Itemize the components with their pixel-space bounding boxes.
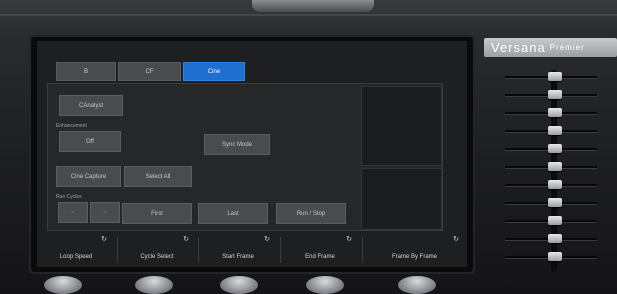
tgc-fader-6[interactable] [548, 162, 562, 171]
rotary-knob-3[interactable] [220, 276, 258, 294]
enhancement-label: Enhancement [56, 123, 87, 129]
rotary-knob-2[interactable] [135, 276, 173, 294]
tgc-fader-4[interactable] [548, 126, 562, 135]
cine-preview-top [361, 86, 442, 166]
run-stop-button[interactable]: Run / Stop [276, 203, 346, 224]
softkey-label: Frame By Frame [391, 254, 437, 260]
softkey-end-frame[interactable]: ↻ End Frame [280, 233, 360, 267]
tgc-slider-bank [505, 66, 610, 276]
rotary-icon: ↻ [101, 236, 107, 243]
softkey-frame-by-frame[interactable]: ↻ Frame By Frame [362, 233, 467, 267]
canalyst-button[interactable]: CAnalyst [59, 95, 123, 116]
run-cycles-prev-button[interactable]: < [58, 202, 88, 223]
softkey-cycle-select[interactable]: ↻ Cycle Select [117, 233, 197, 267]
enhancement-value: Off [86, 138, 94, 145]
tgc-fader-7[interactable] [548, 180, 562, 189]
cine-capture-button[interactable]: Cine Capture [56, 166, 121, 187]
tgc-fader-2[interactable] [548, 90, 562, 99]
cine-preview-bottom [361, 168, 442, 230]
softkey-label: Cycle Select [140, 254, 174, 260]
tab-cine[interactable]: Cine [183, 62, 245, 81]
rotary-icon: ↻ [264, 236, 270, 243]
touchscreen: B CF Cine CAnalyst Enhancement Off Sync … [37, 41, 467, 267]
brand-name: Versana [491, 40, 546, 55]
last-button[interactable]: Last [198, 203, 268, 224]
brand-model: Premier [549, 43, 585, 52]
select-all-button[interactable]: Select All [124, 166, 192, 187]
softkey-bar: ↻ Loop Speed ↻ Cycle Select ↻ Start Fram… [37, 233, 467, 267]
softkey-start-frame[interactable]: ↻ Start Frame [198, 233, 278, 267]
rotary-icon: ↻ [453, 236, 459, 243]
tgc-fader-5[interactable] [548, 144, 562, 153]
rotary-knob-1[interactable] [44, 276, 82, 294]
tab-cf[interactable]: CF [118, 62, 181, 81]
enhancement-dropdown[interactable]: Off [59, 131, 121, 152]
sync-mode-button[interactable]: Sync Mode [204, 134, 270, 155]
softkey-label: Start Frame [222, 254, 254, 260]
softkey-label: End Frame [305, 254, 335, 260]
rotary-icon: ↻ [346, 236, 352, 243]
first-button[interactable]: First [122, 203, 192, 224]
rotary-icon: ↻ [183, 236, 189, 243]
run-cycles-label: Run Cycles [56, 194, 82, 200]
tgc-fader-9[interactable] [548, 216, 562, 225]
rotary-knob-4[interactable] [306, 276, 344, 294]
run-cycles-next-button[interactable]: > [90, 202, 120, 223]
softkey-label: Loop Speed [59, 254, 93, 260]
ultrasound-console: B CF Cine CAnalyst Enhancement Off Sync … [0, 0, 617, 294]
console-edge [0, 14, 617, 16]
rotary-knob-5[interactable] [398, 276, 436, 294]
tab-b[interactable]: B [56, 62, 116, 81]
tgc-fader-11[interactable] [548, 252, 562, 261]
brand-logo: Versana Premier [484, 38, 617, 57]
tgc-fader-8[interactable] [548, 198, 562, 207]
softkey-loop-speed[interactable]: ↻ Loop Speed [37, 233, 115, 267]
cine-panel: CAnalyst Enhancement Off Sync Mode Cine … [47, 83, 443, 231]
tgc-fader-1[interactable] [548, 72, 562, 81]
tgc-fader-10[interactable] [548, 234, 562, 243]
tgc-fader-3[interactable] [548, 108, 562, 117]
top-handle [252, 0, 374, 12]
